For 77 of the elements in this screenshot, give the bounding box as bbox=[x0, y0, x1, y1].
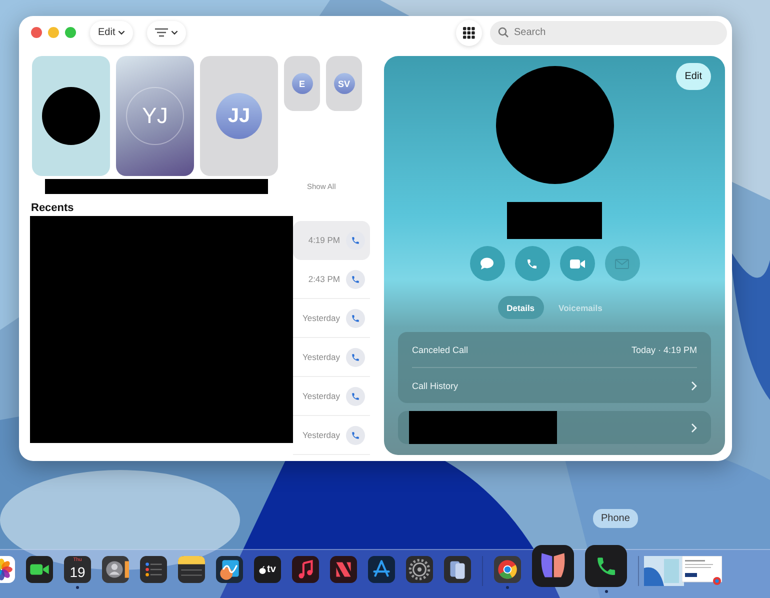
edit-button[interactable]: Edit bbox=[676, 63, 711, 90]
favorite-card[interactable]: YJ bbox=[116, 56, 194, 176]
recent-call-row[interactable]: Yesterday bbox=[293, 338, 370, 377]
call-button[interactable] bbox=[346, 386, 365, 406]
phone-icon bbox=[351, 236, 360, 244]
tooltip: Phone bbox=[593, 509, 638, 528]
drawing-board-icon[interactable] bbox=[216, 556, 243, 583]
window-thumbnail[interactable] bbox=[682, 556, 722, 586]
filter-icon bbox=[155, 28, 168, 37]
favorite-card[interactable]: SV bbox=[326, 56, 362, 111]
phone-icon bbox=[351, 274, 360, 284]
phone-icon bbox=[351, 392, 360, 400]
recent-call-row[interactable]: Yesterday bbox=[293, 299, 370, 338]
keypad-button[interactable] bbox=[456, 20, 482, 46]
chevron-icon bbox=[171, 30, 178, 35]
recent-call-row[interactable]: Yesterday bbox=[293, 377, 370, 416]
favorite-card[interactable]: E bbox=[284, 56, 320, 111]
chevron-icon bbox=[691, 422, 697, 432]
call-time: 4:19 PM bbox=[308, 235, 340, 245]
video-button[interactable] bbox=[560, 246, 594, 281]
app-store-icon[interactable] bbox=[368, 556, 395, 583]
tv-app-icon[interactable]: tv bbox=[254, 556, 281, 583]
keypad-icon bbox=[463, 26, 475, 38]
tab[interactable]: Details bbox=[498, 296, 544, 319]
newspaper-icon[interactable] bbox=[330, 556, 357, 583]
call-time: Yesterday bbox=[302, 430, 340, 440]
video-camera-icon bbox=[570, 258, 584, 268]
notepad-icon[interactable] bbox=[178, 556, 205, 583]
search-icon bbox=[498, 27, 509, 38]
settings-icon[interactable] bbox=[406, 556, 433, 583]
phones-icon[interactable] bbox=[444, 556, 471, 583]
phone-icon bbox=[351, 352, 360, 362]
recent-call-row[interactable]: 2:43 PM bbox=[293, 260, 370, 299]
speech-bubble-icon bbox=[480, 257, 494, 270]
call-button[interactable] bbox=[346, 230, 365, 250]
call-button[interactable] bbox=[346, 348, 365, 366]
initials-avatar: YJ bbox=[126, 87, 184, 145]
chevron-icon bbox=[118, 30, 126, 35]
chevron-icon bbox=[691, 380, 697, 390]
close-button[interactable] bbox=[31, 27, 42, 38]
recent-call-row[interactable]: Yesterday bbox=[293, 416, 370, 455]
music-note-icon[interactable] bbox=[292, 556, 319, 583]
initials-avatar: SV bbox=[334, 73, 354, 94]
phone-icon bbox=[526, 258, 538, 270]
call-status: Canceled Call bbox=[412, 344, 468, 354]
search-field[interactable]: Search bbox=[490, 20, 727, 44]
section-title: Recents bbox=[31, 202, 75, 215]
message-button[interactable] bbox=[470, 246, 504, 281]
call-time: Yesterday bbox=[302, 391, 340, 401]
call-button[interactable] bbox=[346, 426, 365, 444]
phone-icon[interactable] bbox=[585, 545, 627, 587]
call-time: Today · 4:19 PM bbox=[631, 344, 697, 354]
call-time: 2:43 PM bbox=[308, 274, 340, 284]
call-time: Yesterday bbox=[302, 313, 340, 323]
window-thumbnail[interactable] bbox=[644, 556, 684, 586]
favorite-card[interactable]: JJ bbox=[200, 56, 278, 176]
browser-icon[interactable] bbox=[494, 556, 521, 583]
apple-icon bbox=[259, 566, 266, 574]
phone-icon bbox=[351, 314, 360, 322]
filter-button[interactable] bbox=[147, 20, 186, 44]
list-icon[interactable] bbox=[140, 556, 167, 583]
info-row[interactable] bbox=[398, 411, 711, 444]
call-time: Yesterday bbox=[302, 352, 340, 362]
call-button[interactable] bbox=[346, 308, 365, 328]
initials-avatar: E bbox=[292, 73, 312, 94]
call-button[interactable] bbox=[346, 270, 365, 288]
contact-card-icon[interactable] bbox=[102, 556, 129, 583]
favorite-card[interactable] bbox=[32, 56, 110, 176]
envelope-icon bbox=[615, 258, 629, 268]
edit-button[interactable]: Edit bbox=[90, 20, 134, 44]
butterfly-icon[interactable] bbox=[532, 545, 574, 587]
phone-icon bbox=[351, 430, 360, 440]
initials-avatar: JJ bbox=[216, 93, 262, 139]
call-history-row[interactable]: Call History bbox=[412, 367, 697, 403]
video-camera-icon[interactable] bbox=[26, 556, 53, 583]
row-label: Call History bbox=[412, 380, 458, 390]
recent-call-row[interactable]: 4:19 PM bbox=[293, 221, 370, 260]
